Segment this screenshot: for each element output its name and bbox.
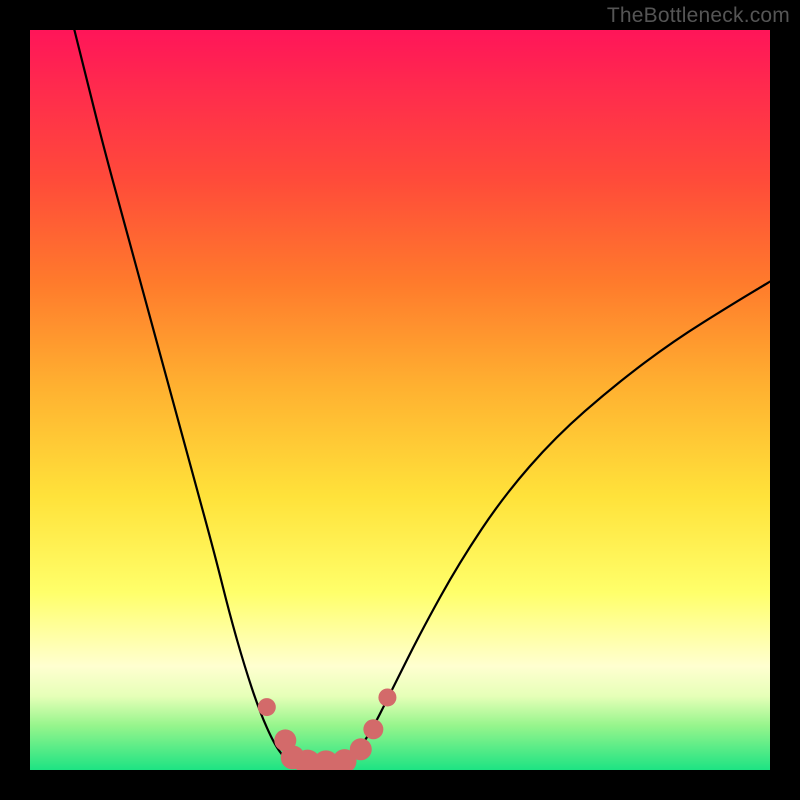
bottleneck-curve [74,30,770,764]
curve-layer [30,30,770,770]
curve-marker [350,738,372,760]
plot-area [30,30,770,770]
marker-group [258,688,397,770]
watermark-text: TheBottleneck.com [607,4,790,28]
curve-marker [258,698,276,716]
chart-frame: TheBottleneck.com [0,0,800,800]
curve-marker [378,688,396,706]
curve-marker [363,719,383,739]
